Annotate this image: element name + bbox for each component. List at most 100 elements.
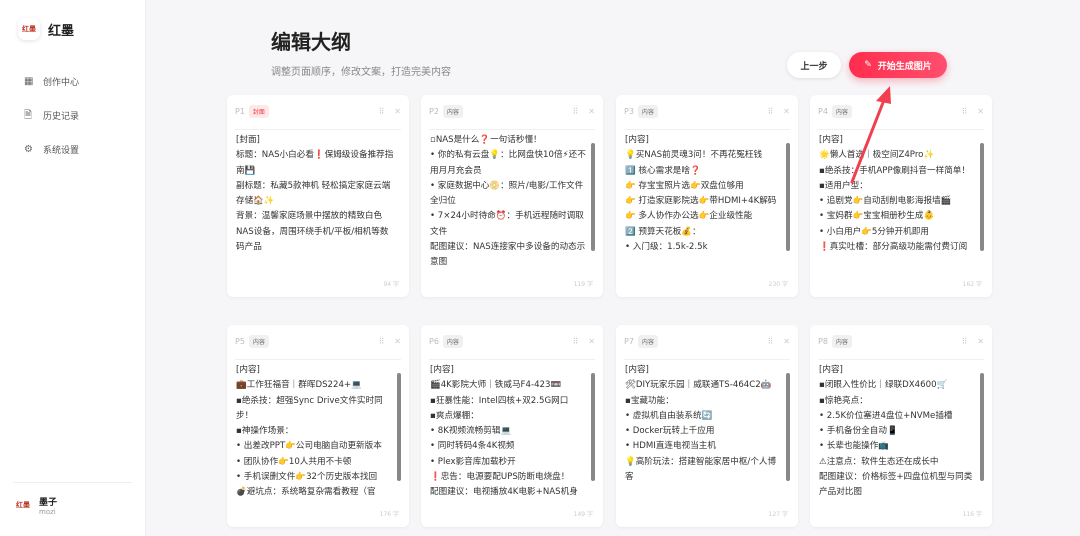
card-header: P7 内容 ⠿ ✕ xyxy=(624,334,790,360)
char-count: 119 字 xyxy=(573,281,593,288)
scrollbar-thumb[interactable] xyxy=(591,373,595,481)
scrollbar-thumb[interactable] xyxy=(980,373,984,481)
drag-handle-icon[interactable]: ⠿ xyxy=(378,337,384,346)
sidebar-item-settings[interactable]: ⚙ 系统设置 xyxy=(24,143,79,156)
sidebar-item-create[interactable]: ▦ 创作中心 xyxy=(24,75,79,88)
close-icon[interactable]: ✕ xyxy=(977,107,984,116)
scrollbar-thumb[interactable] xyxy=(786,373,790,481)
page-content-editor[interactable]: [内容] 🛠DIY玩家乐园｜威联通TS-464C2🤖 ▪宝藏功能： • 虚拟机自由装系… xyxy=(625,363,784,505)
prev-step-button[interactable]: 上一步 xyxy=(787,52,841,78)
content-line: 配图建议：价格标签+四盘位机型与同类产品对比图 xyxy=(819,472,973,498)
content-line: [内容] xyxy=(625,365,649,375)
content-line: [内容] xyxy=(819,365,843,375)
card-header: P4 内容 ⠿ ✕ xyxy=(818,104,984,130)
page-card[interactable]: P1 封面 ⠿ ✕ [封面] 标题：NAS小白必看❗保姆级设备推荐指南💾 副标题：私藏… xyxy=(227,95,409,297)
page-type-badge: 内容 xyxy=(442,105,463,118)
drag-handle-icon[interactable]: ⠿ xyxy=(378,107,384,116)
content-line: [内容] xyxy=(430,365,454,375)
page-content-editor[interactable]: [内容] ▪闭眼入性价比｜绿联DX4600🛒 ▪惊艳亮点： • 2.5K价位塞进4盘位… xyxy=(819,363,978,505)
app-logo: 红墨 xyxy=(18,18,40,40)
scrollbar[interactable] xyxy=(591,365,595,493)
page-content-editor[interactable]: ▫NAS是什么❓一句话秒懂！ • 你的私有云盘💡：比网盘快10倍⚡还不用月月充会员… xyxy=(430,133,589,275)
content-line: • 追剧党👉自动刮削电影海报墙🎬 xyxy=(819,196,952,207)
sidebar-item-label: 历史记录 xyxy=(43,112,80,122)
page-card[interactable]: P7 内容 ⠿ ✕ [内容] 🛠DIY玩家乐园｜威联通TS-464C2🤖 ▪宝藏功能：… xyxy=(616,325,798,527)
close-icon[interactable]: ✕ xyxy=(783,337,790,346)
content-line: ▪适用户型： xyxy=(819,180,868,191)
drag-handle-icon[interactable]: ⠿ xyxy=(961,337,967,346)
card-header: P2 内容 ⠿ ✕ xyxy=(429,104,595,130)
content-line: ❗真实吐槽：部分高级功能需付费订阅 xyxy=(819,242,968,253)
gear-icon: ⚙ xyxy=(24,143,33,155)
page-content-editor[interactable]: [内容] 💡买NAS前灵魂3问！不再花冤枉钱 1️⃣ 核心需求是啥❓ 👉 存宝宝照片选… xyxy=(625,133,784,275)
scrollbar-thumb[interactable] xyxy=(397,373,401,481)
drag-handle-icon[interactable]: ⠿ xyxy=(572,337,578,346)
avatar[interactable]: 红墨 xyxy=(16,500,30,510)
divider xyxy=(13,482,132,483)
content-line: • 8K视频流畅剪辑💻 xyxy=(430,426,512,437)
generate-images-button[interactable]: ✎ 开始生成图片 xyxy=(849,52,947,78)
page-card[interactable]: P6 内容 ⠿ ✕ [内容] 🎬4K影院大师｜铁威马F4-423📼 ▪狂暴性能：Int… xyxy=(421,325,603,527)
page-card[interactable]: P3 内容 ⠿ ✕ [内容] 💡买NAS前灵魂3问！不再花冤枉钱 1️⃣ 核心需求是啥… xyxy=(616,95,798,297)
sidebar-item-label: 系统设置 xyxy=(43,146,80,156)
page-content-editor[interactable]: [内容] 🎬4K影院大师｜铁威马F4-423📼 ▪狂暴性能：Intel四核+双2.5… xyxy=(430,363,589,505)
sidebar-item-history[interactable]: 🗎 历史记录 xyxy=(24,109,79,122)
scrollbar-thumb[interactable] xyxy=(980,143,984,251)
page-type-badge: 内容 xyxy=(831,335,852,348)
grid-icon: ▦ xyxy=(24,75,34,87)
sidebar: 红墨 红墨 ▦ 创作中心 🗎 历史记录 ⚙ 系统设置 红墨 墨子 mozi xyxy=(0,0,146,536)
content-line: • 虚拟机自由装系统🔄 xyxy=(625,410,713,421)
close-icon[interactable]: ✕ xyxy=(394,337,401,346)
page-number: P4 xyxy=(818,107,828,116)
drag-handle-icon[interactable]: ⠿ xyxy=(572,107,578,116)
page-number: P3 xyxy=(624,107,634,116)
content-line: ▪惊艳亮点： xyxy=(819,395,868,406)
content-line: 🎬4K影院大师｜铁威马F4-423📼 xyxy=(430,380,562,391)
content-line: [封面] xyxy=(236,135,260,145)
scrollbar[interactable] xyxy=(397,365,401,493)
content-line: • 宝妈群👉宝宝相册秒生成👶 xyxy=(819,211,935,222)
scrollbar[interactable] xyxy=(980,365,984,493)
content-line: • Plex影音库加载秒开 xyxy=(430,456,516,467)
close-icon[interactable]: ✕ xyxy=(588,107,595,116)
page-card[interactable]: P2 内容 ⠿ ✕ ▫NAS是什么❓一句话秒懂！ • 你的私有云盘💡：比网盘快10倍… xyxy=(421,95,603,297)
content-line: ▪绝杀技：超强Sync Drive文件实时同步！ xyxy=(236,395,383,421)
page-content-editor[interactable]: [内容] 💼工作狂福音｜群晖DS224+💻 ▪绝杀技：超强Sync Drive文件实… xyxy=(236,363,395,505)
content-line: 标题：NAS小白必看❗保姆级设备推荐指南💾 xyxy=(236,150,394,176)
user-name: 墨子 xyxy=(39,498,58,508)
scrollbar[interactable] xyxy=(786,365,790,493)
scrollbar-thumb[interactable] xyxy=(591,143,595,251)
content-line: • 2.5K价位塞进4盘位+NVMe插槽 xyxy=(819,410,953,421)
content-line: • 你的私有云盘💡：比网盘快10倍⚡还不用月月充会员 xyxy=(430,150,586,176)
page-card[interactable]: P5 内容 ⠿ ✕ [内容] 💼工作狂福音｜群晖DS224+💻 ▪绝杀技：超强Sync… xyxy=(227,325,409,527)
close-icon[interactable]: ✕ xyxy=(977,337,984,346)
content-line: 🌟懒人首选｜极空间Z4Pro✨ xyxy=(819,150,935,161)
page-type-badge: 内容 xyxy=(248,335,269,348)
user-id: mozi xyxy=(39,508,56,516)
scrollbar[interactable] xyxy=(980,135,984,263)
page-card[interactable]: P8 内容 ⠿ ✕ [内容] ▪闭眼入性价比｜绿联DX4600🛒 ▪惊艳亮点： • 2.… xyxy=(810,325,992,527)
content-line: [内容] xyxy=(819,135,843,145)
content-line: 配图建议：NAS连接家中多设备的动态示意图 xyxy=(430,242,586,268)
page-card[interactable]: P4 内容 ⠿ ✕ [内容] 🌟懒人首选｜极空间Z4Pro✨ ▪绝杀技：手机APP像刷… xyxy=(810,95,992,297)
drag-handle-icon[interactable]: ⠿ xyxy=(767,337,773,346)
content-line: 👉 存宝宝照片选👉双盘位够用 xyxy=(625,180,744,191)
page-content-editor[interactable]: [封面] 标题：NAS小白必看❗保姆级设备推荐指南💾 副标题：私藏5款神机 轻松搞定… xyxy=(236,133,395,275)
content-line: 副标题：私藏5款神机 轻松搞定家庭云端存储🏠✨ xyxy=(236,180,391,207)
page-content-editor[interactable]: [内容] 🌟懒人首选｜极空间Z4Pro✨ ▪绝杀技：手机APP像刷抖音一样简单！ ▪适… xyxy=(819,133,978,275)
scrollbar-thumb[interactable] xyxy=(786,143,790,251)
drag-handle-icon[interactable]: ⠿ xyxy=(767,107,773,116)
char-count: 176 字 xyxy=(379,511,399,518)
page-number: P2 xyxy=(429,107,439,116)
close-icon[interactable]: ✕ xyxy=(783,107,790,116)
close-icon[interactable]: ✕ xyxy=(394,107,401,116)
char-count: 230 字 xyxy=(768,281,788,288)
scrollbar[interactable] xyxy=(591,135,595,263)
scrollbar[interactable] xyxy=(786,135,790,263)
drag-handle-icon[interactable]: ⠿ xyxy=(961,107,967,116)
page-number: P1 xyxy=(235,107,245,116)
document-icon: 🗎 xyxy=(24,109,33,121)
close-icon[interactable]: ✕ xyxy=(588,337,595,346)
card-header: P1 封面 ⠿ ✕ xyxy=(235,104,401,130)
page-subtitle: 调整页面顺序，修改文案，打造完美内容 xyxy=(271,67,451,78)
